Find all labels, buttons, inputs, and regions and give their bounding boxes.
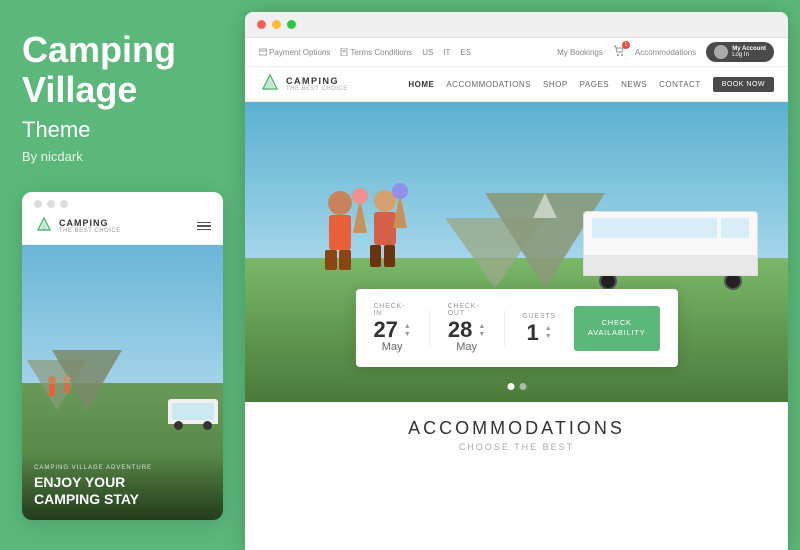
hamburger-menu[interactable] (197, 222, 211, 231)
accommodations-section: ACCOMMODATIONS CHOOSE THE BEST (245, 402, 788, 460)
topbar-left: Payment Options Terms Conditions US IT E… (259, 48, 471, 57)
site-topbar: Payment Options Terms Conditions US IT E… (245, 38, 788, 67)
mobile-hero-overlay: CAMPING VILLAGE ADVENTURE ENJOY YOUR CAM… (22, 453, 223, 520)
browser-minimize-dot[interactable] (272, 20, 281, 29)
accommodations-topbar-link[interactable]: Accommodations (635, 48, 696, 57)
nav-shop[interactable]: SHOP (543, 80, 568, 89)
mobile-hero-title: ENJOY YOUR CAMPING STAY (34, 474, 211, 508)
checkin-field: CHECK-IN 27 ▲ ▼ May (373, 303, 410, 353)
hero-mountain-icon (445, 188, 605, 288)
terms-conditions-link[interactable]: Terms Conditions (340, 48, 412, 57)
lang-es[interactable]: ES (460, 48, 471, 57)
mobile-navbar: CAMPING THE BEST CHOICE (22, 208, 223, 245)
mobile-card-header (22, 192, 223, 208)
browser-close-dot[interactable] (257, 20, 266, 29)
site-logo: CAMPING THE BEST CHOICE (259, 73, 348, 95)
booking-widget: CHECK-IN 27 ▲ ▼ May CHECK-OUT 28 (355, 289, 677, 367)
hero-slider-dots (507, 383, 526, 390)
browser-maximize-dot[interactable] (287, 20, 296, 29)
terms-icon (340, 48, 348, 56)
checkin-arrows[interactable]: ▲ ▼ (404, 323, 411, 338)
checkout-field: CHECK-OUT 28 ▲ ▼ May (448, 303, 486, 353)
theme-author: By nicdark (22, 149, 223, 164)
cart-badge: 1 (622, 41, 630, 49)
guests-field: GUESTS 1 ▲ ▼ (522, 313, 556, 344)
theme-title: Camping Village (22, 30, 223, 109)
divider-1 (429, 311, 430, 346)
guests-arrows[interactable]: ▲ ▼ (545, 325, 552, 340)
my-bookings-link[interactable]: My Bookings (557, 48, 603, 57)
left-panel: Camping Village Theme By nicdark CAMPING… (0, 0, 245, 550)
accommodations-subtitle: CHOOSE THE BEST (245, 442, 788, 452)
lang-us[interactable]: US (422, 48, 433, 57)
mobile-preview-card: CAMPING THE BEST CHOICE (22, 192, 223, 520)
mobile-rv (168, 399, 218, 424)
theme-subtitle: Theme (22, 117, 223, 143)
dot-red (34, 200, 42, 208)
browser-mockup: Payment Options Terms Conditions US IT E… (245, 12, 788, 550)
mobile-hero: CAMPING VILLAGE ADVENTURE ENJOY YOUR CAM… (22, 245, 223, 520)
mobile-logo-icon (34, 216, 54, 236)
mobile-people (42, 375, 82, 410)
hero-rv (583, 211, 758, 291)
nav-pages[interactable]: PAGES (580, 80, 609, 89)
checkout-arrows[interactable]: ▲ ▼ (478, 323, 485, 338)
topbar-right: My Bookings 1 Accommodations My Account … (557, 42, 774, 62)
accommodations-title: ACCOMMODATIONS (245, 418, 788, 439)
site-hero: CHECK-IN 27 ▲ ▼ May CHECK-OUT 28 (245, 102, 788, 402)
hero-children (305, 183, 435, 288)
payment-icon (259, 48, 267, 56)
dot-yellow (47, 200, 55, 208)
hero-dot-1[interactable] (507, 383, 514, 390)
nav-home[interactable]: HOME (408, 80, 434, 89)
nav-contact[interactable]: CONTACT (659, 80, 701, 89)
logo-text: CAMPING THE BEST CHOICE (286, 76, 348, 92)
browser-content: Payment Options Terms Conditions US IT E… (245, 38, 788, 550)
avatar (714, 45, 728, 59)
payment-options-link[interactable]: Payment Options (259, 48, 330, 57)
lang-it[interactable]: IT (443, 48, 450, 57)
logo-icon (259, 73, 281, 95)
browser-chrome (245, 12, 788, 38)
site-navbar: CAMPING THE BEST CHOICE HOME ACCOMMODATI… (245, 67, 788, 102)
hero-dot-2[interactable] (519, 383, 526, 390)
cart-icon-area[interactable]: 1 (613, 45, 625, 59)
nav-accommodations[interactable]: ACCOMMODATIONS (446, 80, 531, 89)
check-availability-button[interactable]: CHECK AVAILABILITY (574, 306, 660, 351)
mobile-logo: CAMPING THE BEST CHOICE (34, 216, 121, 236)
nav-links: HOME ACCOMMODATIONS SHOP PAGES NEWS CONT… (408, 77, 774, 92)
divider-2 (504, 311, 505, 346)
mobile-logo-text: CAMPING THE BEST CHOICE (59, 218, 121, 234)
nav-news[interactable]: NEWS (621, 80, 647, 89)
dot-green (60, 200, 68, 208)
book-now-button[interactable]: BOOK NOW (713, 77, 774, 92)
my-account-button[interactable]: My Account Log In (706, 42, 774, 62)
